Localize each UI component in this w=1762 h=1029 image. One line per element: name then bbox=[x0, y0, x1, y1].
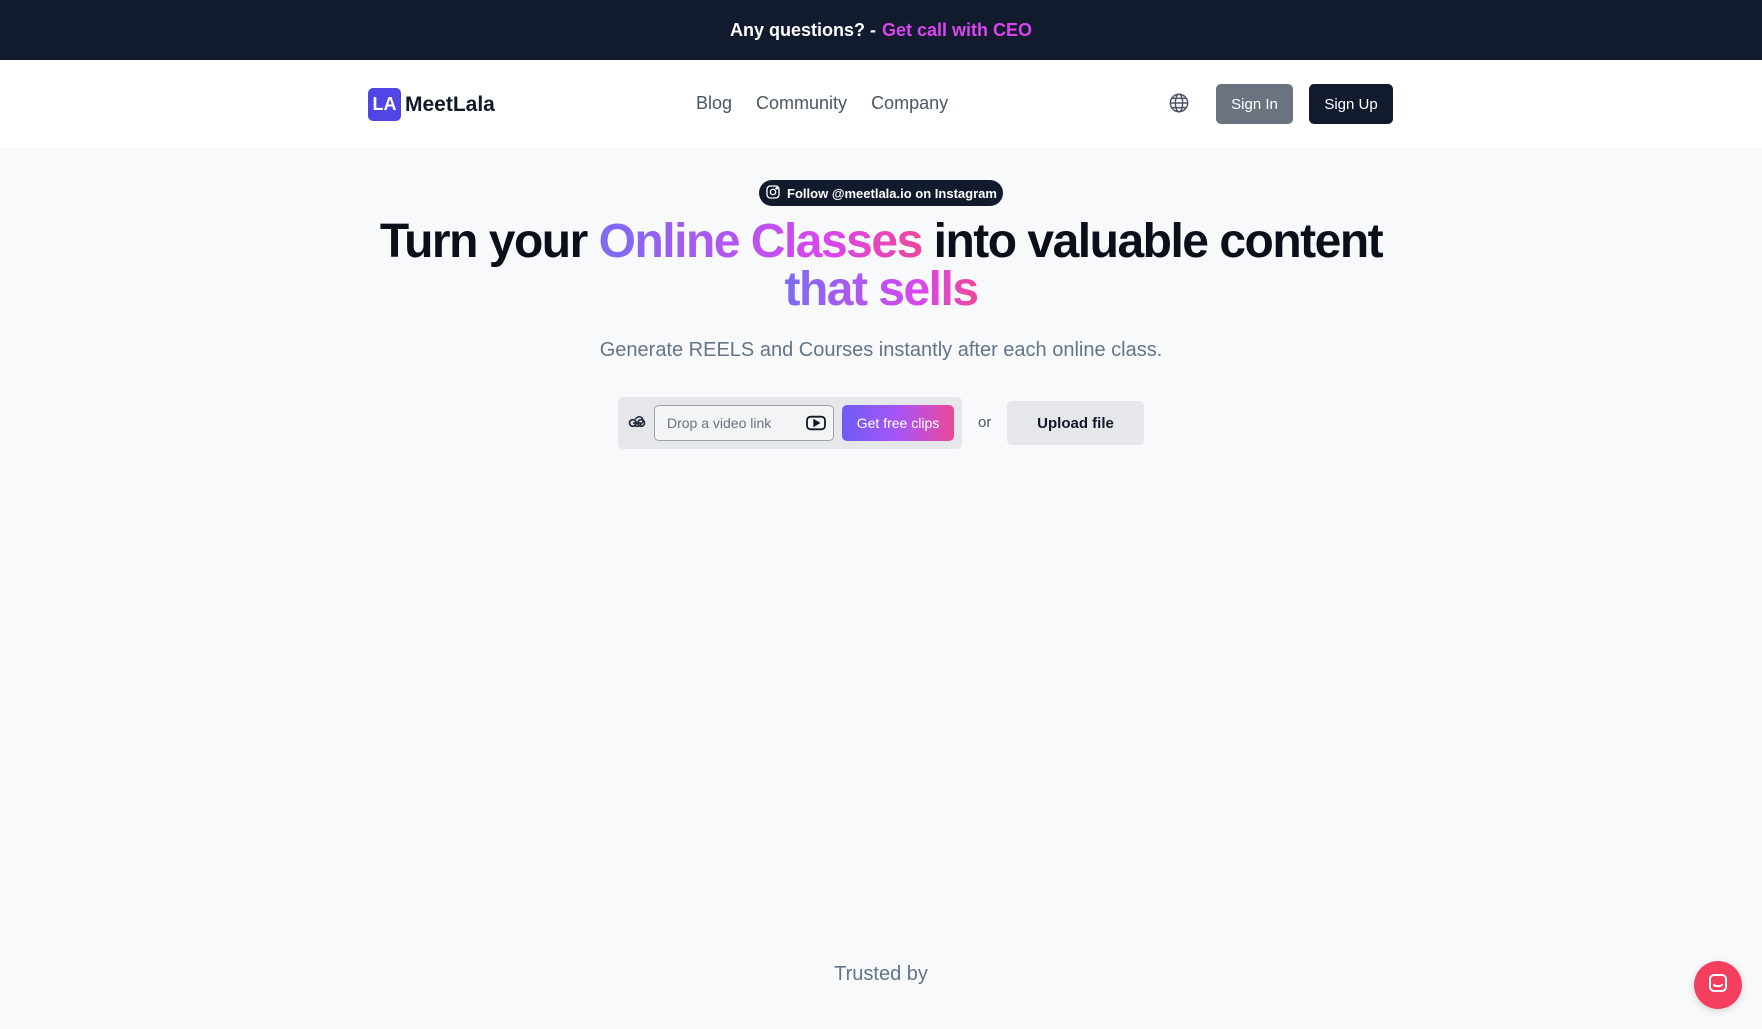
chat-launcher-button[interactable] bbox=[1694, 961, 1742, 1009]
logo-text: MeetLala bbox=[405, 92, 495, 116]
instagram-pill-label: Follow @meetlala.io on Instagram bbox=[787, 185, 997, 201]
headline-part2: into valuable content bbox=[921, 215, 1384, 268]
logo[interactable]: LA MeetLala bbox=[368, 88, 495, 121]
trusted-by-heading: Trusted by bbox=[834, 963, 928, 985]
instagram-follow-pill[interactable]: Follow @meetlala.io on Instagram bbox=[759, 180, 1003, 206]
link-icon bbox=[626, 412, 648, 434]
sign-up-button[interactable]: Sign Up bbox=[1309, 84, 1393, 124]
hero-subtitle: Generate REELS and Courses instantly aft… bbox=[599, 339, 1163, 361]
sign-in-button[interactable]: Sign In bbox=[1216, 84, 1293, 124]
instagram-icon bbox=[765, 184, 781, 203]
logo-mark: LA bbox=[368, 88, 401, 121]
get-free-clips-button[interactable]: Get free clips bbox=[842, 405, 954, 441]
nav-community[interactable]: Community bbox=[756, 93, 847, 114]
video-link-input[interactable] bbox=[655, 406, 805, 440]
chat-icon bbox=[1706, 971, 1730, 1000]
headline-part1: Turn your bbox=[379, 215, 599, 268]
upload-file-button[interactable]: Upload file bbox=[1007, 401, 1144, 445]
main-nav: Blog Community Company bbox=[696, 93, 948, 114]
or-separator: or bbox=[978, 414, 992, 431]
get-call-link[interactable]: Get call with CEO bbox=[882, 20, 1032, 41]
site-header: LA MeetLala Blog Community Company Sign … bbox=[0, 60, 1762, 148]
video-link-field bbox=[654, 405, 834, 441]
headline-highlight-online-classes: Online Classes bbox=[598, 215, 924, 268]
hero-headline: Turn your Online Classes into valuable c… bbox=[0, 218, 1762, 314]
headline-highlight-that-sells: that sells bbox=[784, 263, 979, 316]
nav-blog[interactable]: Blog bbox=[696, 93, 732, 114]
nav-company[interactable]: Company bbox=[871, 93, 948, 114]
youtube-icon bbox=[805, 413, 827, 433]
video-link-form: Get free clips bbox=[618, 397, 962, 449]
globe-icon[interactable] bbox=[1168, 92, 1190, 114]
announcement-banner: Any questions? - Get call with CEO bbox=[0, 0, 1762, 60]
banner-question: Any questions? - bbox=[729, 19, 876, 40]
